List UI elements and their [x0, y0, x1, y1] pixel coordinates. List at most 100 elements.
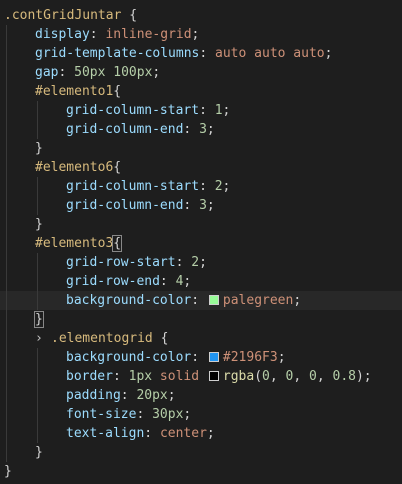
indent-guide	[6, 101, 7, 120]
code-line[interactable]: border: 1px solid rgba(0, 0, 0, 0.8);	[0, 367, 402, 386]
chevron-right-icon[interactable]: ›	[35, 329, 43, 348]
code-line[interactable]: grid-column-start: 2;	[0, 177, 402, 196]
code-content: grid-template-columns: auto auto auto;	[35, 44, 332, 63]
code-line[interactable]: }	[0, 139, 402, 158]
code-content: }	[35, 215, 43, 234]
code-token: }	[4, 464, 12, 479]
indent-guide	[37, 348, 38, 367]
code-token: (	[254, 369, 263, 384]
code-token: 50px 100px	[74, 65, 153, 80]
code-token: border	[66, 369, 113, 384]
code-token: padding	[66, 388, 121, 403]
code-content: #elemento1{	[35, 82, 121, 101]
indent-guide	[6, 386, 7, 405]
code-line[interactable]: grid-row-end: 4;	[0, 272, 402, 291]
indent-guide	[6, 253, 7, 272]
code-line[interactable]: › .elementogrid {	[0, 329, 402, 348]
code-line[interactable]: display: inline-grid;	[0, 25, 402, 44]
indent-guide	[6, 443, 7, 462]
code-token: #elemento1	[35, 84, 114, 99]
code-line[interactable]: }	[0, 310, 402, 329]
code-line[interactable]: }	[0, 443, 402, 462]
indent-guide	[37, 367, 38, 386]
code-token: #elemento6	[35, 160, 114, 175]
code-token: 0.8	[332, 369, 356, 384]
code-line[interactable]: grid-column-end: 3;	[0, 120, 402, 139]
code-token: ;	[152, 65, 161, 80]
indent-guide	[6, 120, 7, 139]
indent-guide	[6, 139, 7, 158]
code-token: ;	[206, 426, 215, 441]
code-line[interactable]: text-align: center;	[0, 424, 402, 443]
code-token: grid-template-columns	[35, 46, 200, 61]
indent-guide	[6, 44, 7, 63]
code-line[interactable]: #elemento6{	[0, 158, 402, 177]
code-content: grid-column-start: 1;	[66, 101, 230, 120]
code-token: {	[112, 235, 123, 252]
indent-guide	[37, 101, 38, 120]
code-editor[interactable]: .contGridJuntar {display: inline-grid; gr…	[0, 0, 402, 484]
code-token: :	[183, 198, 200, 213]
code-token: 0	[262, 369, 270, 384]
code-line[interactable]: font-size: 30px;	[0, 405, 402, 424]
indent-guide	[6, 234, 7, 253]
code-content: gap: 50px 100px;	[35, 63, 160, 82]
code-token: :	[199, 103, 215, 118]
code-token: ;	[222, 179, 231, 194]
code-line[interactable]: grid-template-columns: auto auto auto;	[0, 44, 402, 63]
code-token: auto auto auto	[215, 46, 325, 61]
code-line[interactable]: #elemento3{	[0, 234, 402, 253]
code-token: 3	[199, 122, 207, 137]
code-token: :	[175, 255, 192, 270]
code-content: #elemento6{	[35, 158, 121, 177]
code-token: ;	[277, 350, 286, 365]
code-token: grid-column-start	[66, 179, 200, 194]
code-content: .elementogrid {	[51, 329, 168, 348]
code-line[interactable]: #elemento1{	[0, 82, 402, 101]
code-content: grid-row-end: 4;	[66, 272, 191, 291]
code-line[interactable]: gap: 50px 100px;	[0, 63, 402, 82]
code-token: grid-column-end	[66, 198, 184, 213]
code-token: 2	[191, 255, 200, 270]
code-line[interactable]: padding: 20px;	[0, 386, 402, 405]
code-token: inline-grid	[105, 27, 192, 42]
color-swatch-icon[interactable]	[208, 371, 219, 381]
code-token: ;	[191, 27, 200, 42]
code-token: 1	[214, 103, 223, 118]
code-token: ,	[316, 369, 333, 384]
indent-guide	[6, 63, 7, 82]
code-line[interactable]: }	[0, 215, 402, 234]
code-content: grid-column-start: 2;	[66, 177, 230, 196]
indent-guide	[6, 82, 7, 101]
code-token: :	[199, 46, 216, 61]
code-token: ;	[324, 46, 333, 61]
code-content: background-color: palegreen;	[66, 291, 301, 310]
code-line[interactable]: background-color: palegreen;	[0, 291, 402, 310]
code-content: padding: 20px;	[66, 386, 176, 405]
code-token: ;	[199, 255, 207, 270]
code-token: :	[191, 293, 207, 308]
color-swatch-icon[interactable]	[208, 295, 219, 305]
code-content: .contGridJuntar {	[4, 6, 137, 25]
color-swatch-icon[interactable]	[208, 352, 219, 362]
code-content: grid-column-end: 3;	[66, 196, 215, 215]
code-token: :	[191, 350, 207, 365]
code-line[interactable]: background-color: #2196F3;	[0, 348, 402, 367]
code-token: ;	[206, 122, 215, 137]
code-line[interactable]: grid-column-end: 3;	[0, 196, 402, 215]
code-line[interactable]: }	[0, 462, 402, 481]
code-token: :	[199, 179, 215, 194]
code-line[interactable]: grid-column-start: 1;	[0, 101, 402, 120]
code-token: ,	[293, 369, 310, 384]
indent-guide	[37, 120, 38, 139]
code-token: grid-column-end	[66, 122, 184, 137]
code-token: .elementogrid	[51, 331, 153, 346]
code-token: 2	[214, 179, 223, 194]
code-line[interactable]: grid-row-start: 2;	[0, 253, 402, 272]
code-content: grid-row-start: 2;	[66, 253, 207, 272]
code-token: .contGridJuntar	[4, 8, 122, 23]
code-line[interactable]: .contGridJuntar {	[0, 6, 402, 25]
code-token: :	[120, 388, 137, 403]
code-token: grid-column-start	[66, 103, 200, 118]
code-token: ;	[183, 274, 192, 289]
